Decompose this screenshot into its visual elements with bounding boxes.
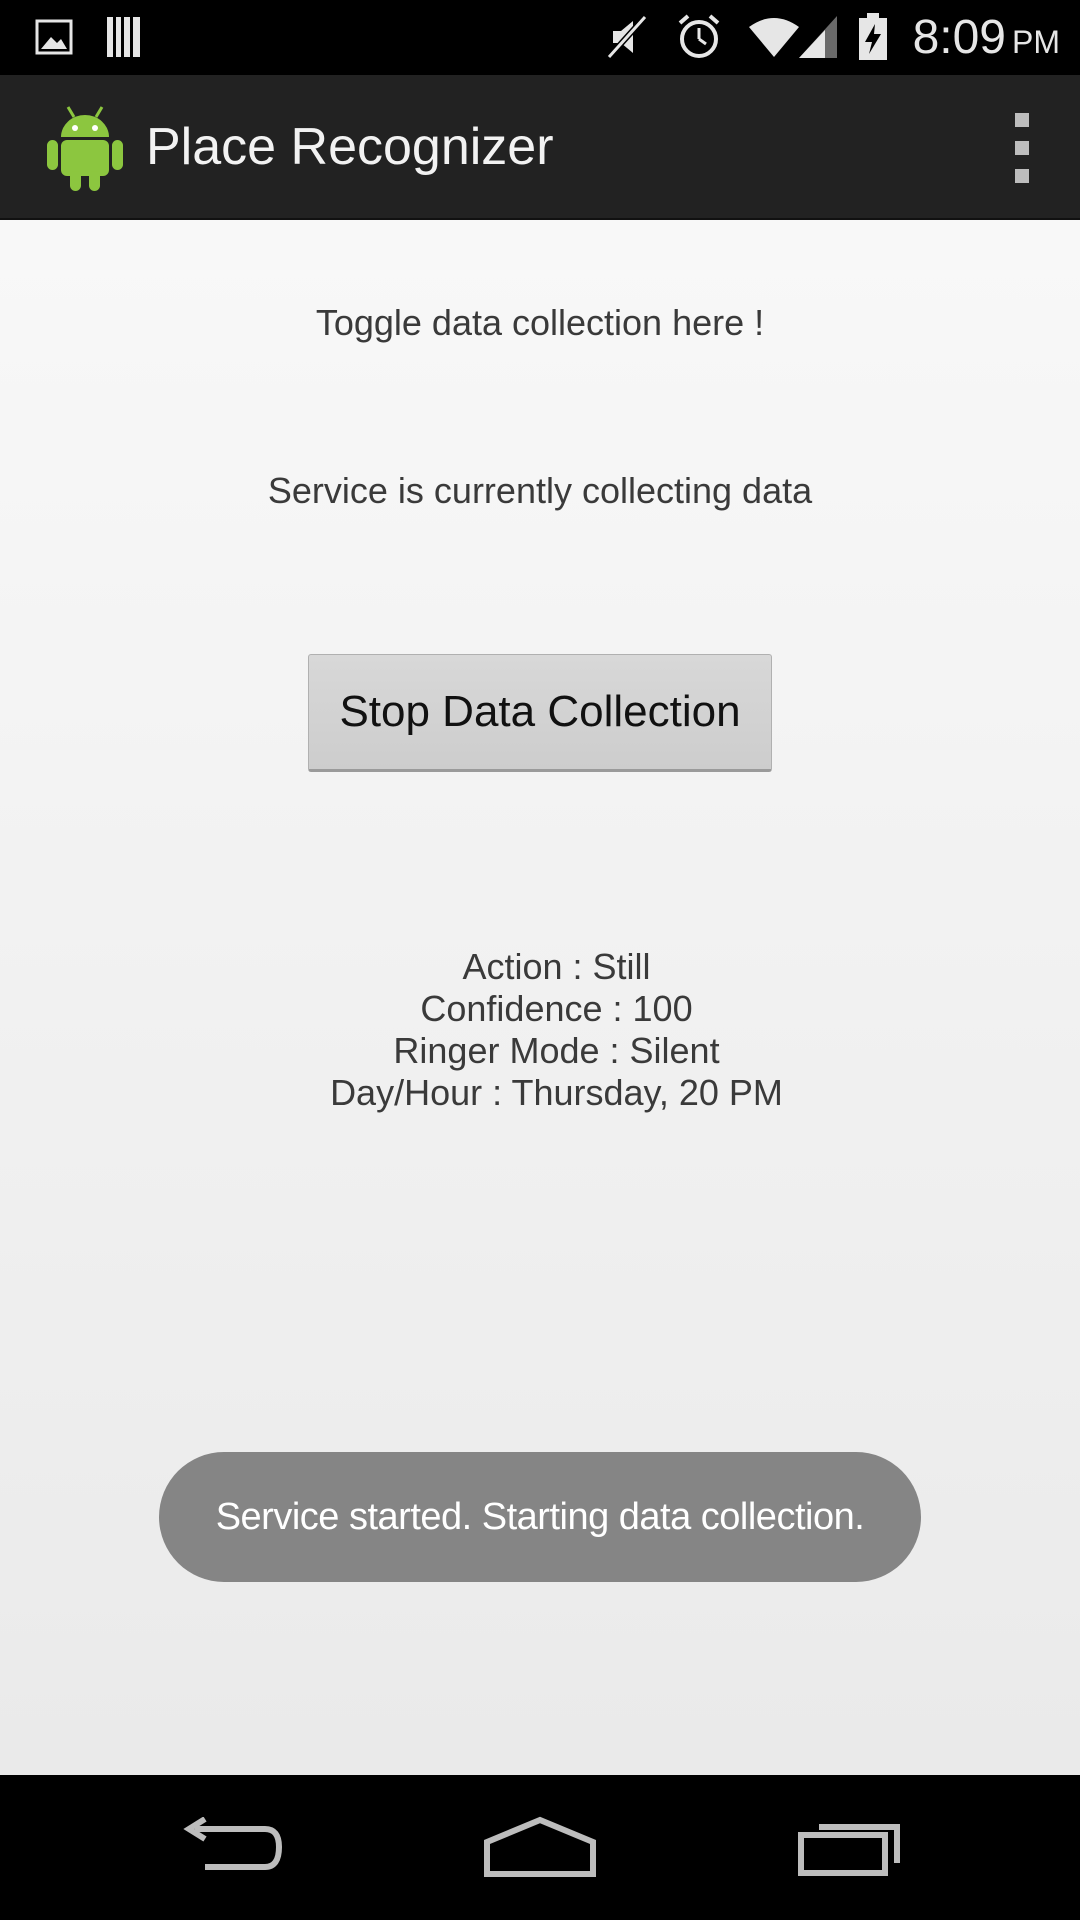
overflow-menu-icon[interactable] xyxy=(1002,113,1042,183)
main-content: Toggle data collection here ! Service is… xyxy=(0,220,1080,1775)
home-icon[interactable] xyxy=(470,1797,610,1897)
cell-signal-icon xyxy=(796,12,840,62)
action-info: Action : Still xyxy=(462,946,651,987)
activity-info: Action : Still Confidence : 100 Ringer M… xyxy=(0,946,1080,1114)
muted-icon xyxy=(604,12,650,62)
day-hour-info: Day/Hour : Thursday, 20 PM xyxy=(330,1072,783,1113)
service-status-text: Service is currently collecting data xyxy=(267,470,813,511)
menu-dot xyxy=(1015,141,1029,155)
clock-time: 8:09 xyxy=(912,11,1006,64)
battery-charging-icon xyxy=(856,12,890,62)
recent-apps-icon[interactable] xyxy=(782,1797,922,1897)
stop-data-collection-button[interactable]: Stop Data Collection xyxy=(308,654,772,772)
status-bar: 8:09 PM xyxy=(0,0,1080,75)
alarm-icon xyxy=(674,12,724,62)
ringer-mode-info: Ringer Mode : Silent xyxy=(393,1030,720,1071)
status-clock: 8:09 PM xyxy=(913,6,1060,70)
gallery-notification-icon xyxy=(34,12,74,62)
action-bar: Place Recognizer xyxy=(0,75,1080,220)
wifi-icon xyxy=(746,12,802,62)
back-icon[interactable] xyxy=(160,1797,300,1897)
toggle-label: Toggle data collection here ! xyxy=(315,302,765,343)
toast-message: Service started. Starting data collectio… xyxy=(159,1452,921,1582)
confidence-info: Confidence : 100 xyxy=(420,988,693,1029)
menu-dot xyxy=(1015,113,1029,127)
clock-ampm: PM xyxy=(1012,24,1060,60)
android-robot-icon[interactable] xyxy=(44,101,126,193)
navigation-bar xyxy=(0,1775,1080,1920)
barcode-notification-icon xyxy=(104,12,144,62)
app-title: Place Recognizer xyxy=(146,118,554,176)
menu-dot xyxy=(1015,169,1029,183)
